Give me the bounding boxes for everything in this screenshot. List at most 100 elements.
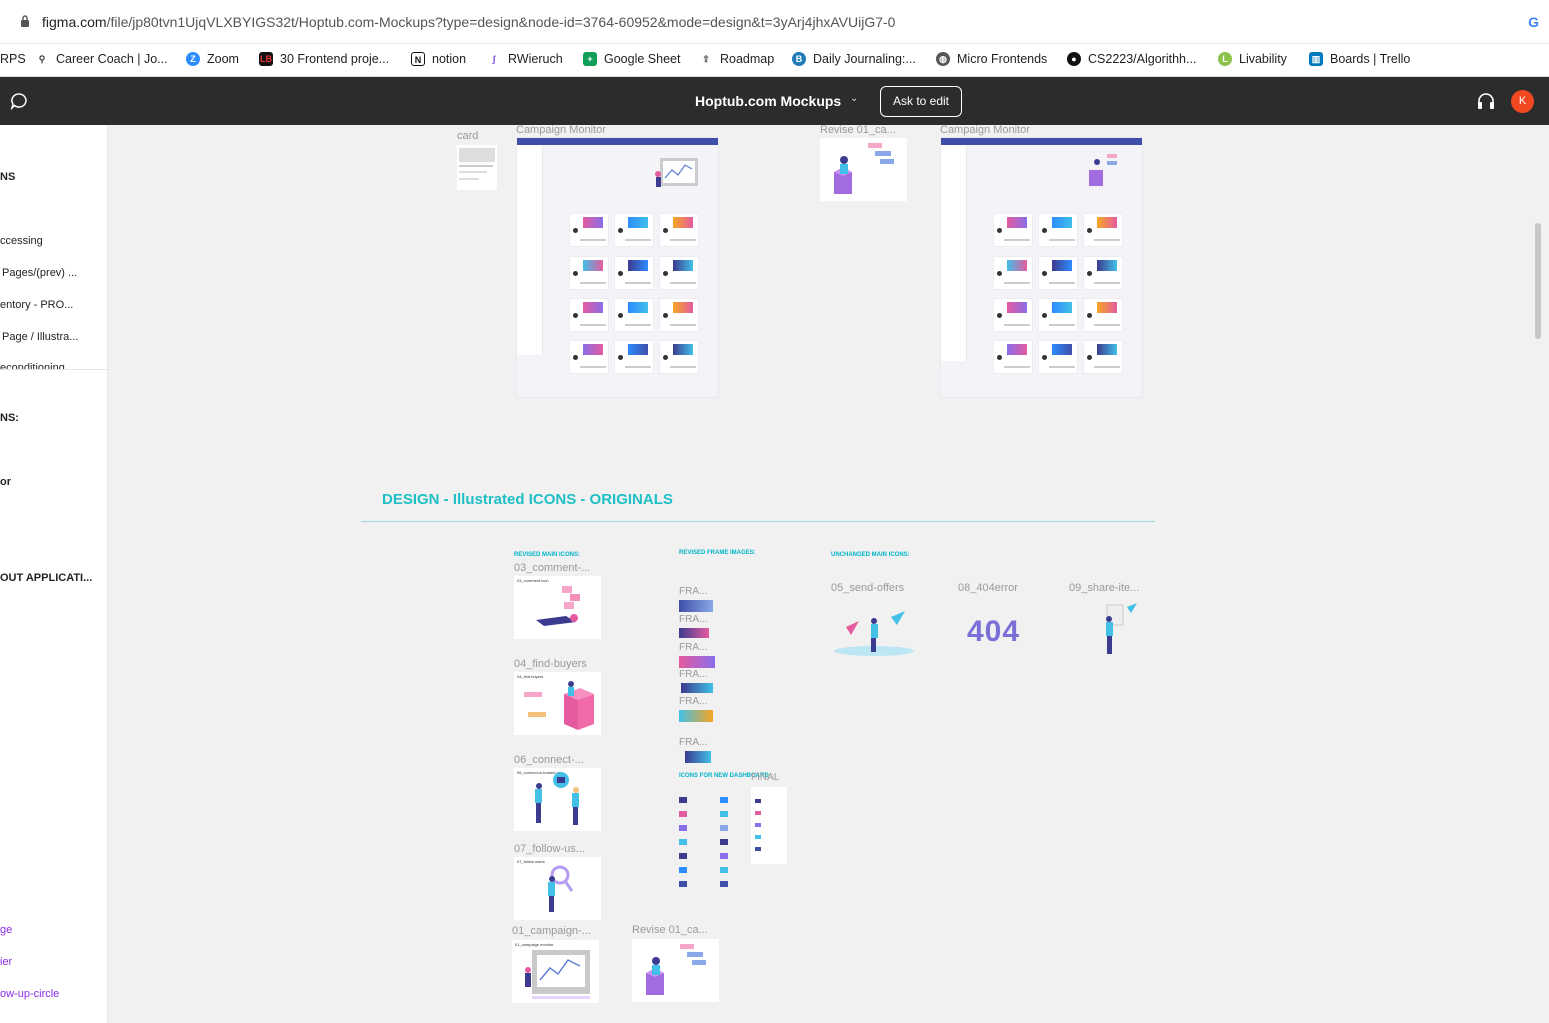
frame-label-revise[interactable]: Revise 01_ca... <box>820 125 896 136</box>
mock-sidebar <box>517 145 543 355</box>
frame-image-label[interactable]: FRA... <box>679 586 707 597</box>
frame-image-thumb[interactable] <box>679 600 713 612</box>
connect-frame[interactable]: 06_connect-w-trusted-con <box>514 768 601 831</box>
layer-item[interactable]: ow-up-circle <box>0 988 59 1000</box>
chart-illustration-icon <box>525 950 590 999</box>
lb-icon: LB <box>259 52 273 66</box>
campaign-monitor-mockup[interactable] <box>516 137 719 398</box>
bookmark-roadmap[interactable]: ⇧ Roadmap <box>699 52 774 66</box>
bookmark-label: notion <box>432 52 467 66</box>
bookmark-google-sheet[interactable]: + Google Sheet <box>583 52 680 66</box>
chevron-down-icon[interactable]: ⌄ <box>850 93 858 104</box>
final-frame[interactable] <box>751 787 787 864</box>
section-divider <box>361 521 1155 522</box>
livability-icon: L <box>1218 52 1232 66</box>
bookmark-notion[interactable]: Nnotion <box>411 52 466 66</box>
design-canvas[interactable]: card Campaign Monitor Revise 01_ca... Ca… <box>109 125 1549 1023</box>
layer-item[interactable]: Page / Illustra... <box>2 331 78 343</box>
bookmark-rwieruch[interactable]: ʃ RWieruch <box>487 52 563 66</box>
layer-item[interactable]: entory - PRO... <box>0 299 73 311</box>
bookmark-micro-frontends[interactable]: ◍ Micro Frontends <box>936 52 1047 66</box>
bookmark-career-coach[interactable]: ⚲ Career Coach | Jo... <box>35 52 168 66</box>
bookmark-daily-journaling[interactable]: B Daily Journaling:... <box>792 52 916 66</box>
bookmark-label: RPS <box>0 52 26 66</box>
unchanged-main-icons-header[interactable]: UNCHANGED MAIN ICONS: <box>831 552 910 558</box>
404-illustration[interactable]: 404 <box>967 615 1020 649</box>
ask-to-edit-button[interactable]: Ask to edit <box>880 86 962 117</box>
frame-image-thumb[interactable] <box>679 628 709 638</box>
url-text[interactable]: figma.com/file/jp80tvn1UjqVLXBYIGS32t/Ho… <box>42 14 895 30</box>
layer-item[interactable]: Pages/(prev) ... <box>2 267 77 279</box>
layer-item[interactable]: or <box>0 476 11 488</box>
url-host: figma.com <box>42 14 107 30</box>
chart-illustration-icon <box>655 158 698 187</box>
bookmark-label: Boards | Trello <box>1330 52 1411 66</box>
layer-item[interactable]: NS: <box>0 412 19 424</box>
frame-image-thumb[interactable] <box>681 683 713 693</box>
avatar[interactable]: K <box>1511 90 1534 113</box>
layer-item[interactable]: OUT APPLICATI... <box>0 572 92 584</box>
github-icon: ● <box>1067 52 1081 66</box>
frame-label-icon[interactable]: 03_comment-... <box>514 562 590 574</box>
revised-main-icons-header[interactable]: REVISED MAIN ICONS: <box>514 552 580 558</box>
card-frame[interactable] <box>457 145 497 190</box>
lock-icon <box>21 15 29 27</box>
frame-label-campaign-monitor-2[interactable]: Campaign Monitor <box>940 125 1030 136</box>
bookmark-cs2223[interactable]: ● CS2223/Algorithh... <box>1067 52 1196 66</box>
zoom-icon: Z <box>186 52 200 66</box>
frame-label-icon[interactable]: 04_find-buyers <box>514 658 587 670</box>
frame-image-label[interactable]: FRA... <box>679 737 707 748</box>
frame-image-thumb[interactable] <box>679 710 713 722</box>
layer-item[interactable]: ge <box>0 924 12 936</box>
frame-image-label[interactable]: FRA... <box>679 614 707 625</box>
bookmark-zoom[interactable]: Z Zoom <box>186 52 239 66</box>
revised-frame-images-header[interactable]: REVISED FRAME IMAGES: <box>679 550 756 556</box>
send-offers-icon[interactable] <box>831 607 918 659</box>
frame-label-icon[interactable]: 06_connect-... <box>514 754 584 766</box>
frame-label-icon[interactable]: 09_share-ite... <box>1069 582 1139 594</box>
frame-image-label[interactable]: FRA... <box>679 669 707 680</box>
follow-users-frame[interactable]: 07_follow users <box>514 857 601 920</box>
card-line <box>459 171 487 173</box>
frame-label-icon[interactable]: 05_send-offers <box>831 582 904 594</box>
campaign-monitor-frame[interactable]: 01_campaign monitor <box>512 940 599 1003</box>
frame-label-revise-bottom[interactable]: Revise 01_ca... <box>632 924 708 936</box>
google-icon[interactable]: G <box>1528 14 1539 30</box>
frame-image-label[interactable]: FRA... <box>679 642 707 653</box>
layer-item[interactable]: ccessing <box>0 235 43 247</box>
frame-label-campaign-monitor[interactable]: Campaign Monitor <box>516 125 606 136</box>
bookmark-livability[interactable]: L Livability <box>1218 52 1287 66</box>
final-label[interactable]: FINAL <box>751 772 779 783</box>
frame-label-icon[interactable]: 07_follow-us... <box>514 843 585 855</box>
bookmark-trello[interactable]: ▥ Boards | Trello <box>1309 52 1410 66</box>
frame-image-thumb[interactable] <box>685 751 711 763</box>
frame-image-thumb[interactable] <box>679 656 715 668</box>
find-buyers-frame[interactable]: 04_find buyers <box>514 672 601 735</box>
campaign-monitor-mockup-2[interactable] <box>940 137 1143 398</box>
canvas-scrollbar[interactable] <box>1535 223 1541 339</box>
frame-label-card[interactable]: card <box>457 130 478 142</box>
frame-label-icon[interactable]: 08_404error <box>958 582 1018 594</box>
section-title[interactable]: DESIGN - Illustrated ICONS - ORIGINALS <box>382 491 673 508</box>
layer-item[interactable]: NS <box>0 171 15 183</box>
revise-bottom-frame[interactable] <box>632 939 719 1002</box>
person-on-cube-icon <box>1089 154 1117 186</box>
globe-icon: ◍ <box>936 52 950 66</box>
browser-url-bar[interactable]: figma.com/file/jp80tvn1UjqVLXBYIGS32t/Ho… <box>0 0 1549 44</box>
pink-cube-person-icon <box>524 681 594 730</box>
frame-image-label[interactable]: FRA... <box>679 696 707 707</box>
comment-icon[interactable] <box>10 92 28 110</box>
bookmark-label: Micro Frontends <box>957 52 1048 66</box>
bookmark-rps[interactable]: RPS <box>0 52 26 66</box>
frame-label-icon[interactable]: 01_campaign-... <box>512 925 591 937</box>
card-line <box>459 178 479 180</box>
figma-toolbar: Hoptub.com Mockups ⌄ Ask to edit K <box>0 77 1549 125</box>
bookmark-30-frontend[interactable]: LB 30 Frontend proje... <box>259 52 389 66</box>
comment-illustration-icon <box>536 586 580 626</box>
headphones-icon[interactable] <box>1476 92 1496 110</box>
file-title[interactable]: Hoptub.com Mockups <box>695 93 841 109</box>
revise-frame[interactable] <box>820 138 907 201</box>
layer-item[interactable]: ier <box>0 956 12 968</box>
comment-icon-frame[interactable]: 03_comment icon <box>514 576 601 639</box>
share-items-icon[interactable] <box>1093 601 1141 659</box>
